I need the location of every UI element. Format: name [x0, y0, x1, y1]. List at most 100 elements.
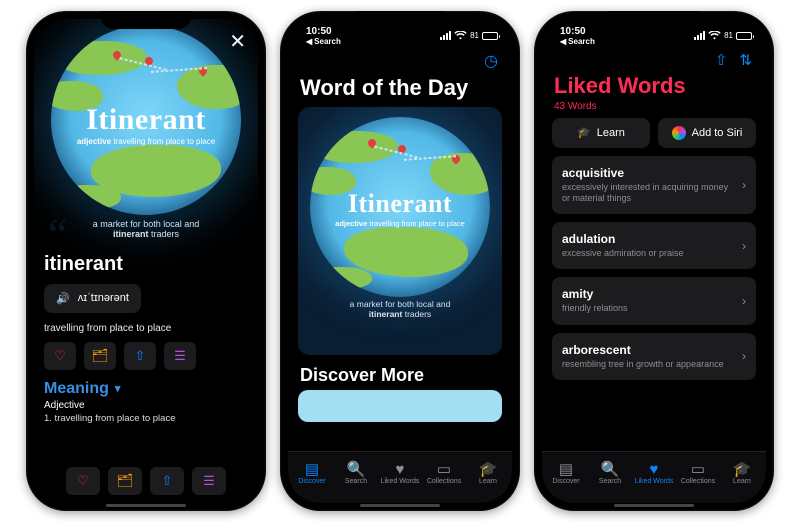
notch	[101, 11, 191, 29]
example-sentence: a market for both local anditinerant tra…	[350, 299, 451, 319]
notch	[609, 11, 699, 29]
tab-bar: ▤Discover 🔍Search ♥Liked Words ▭Collecti…	[288, 451, 512, 503]
battery-percent: 81	[470, 31, 479, 40]
tab-discover[interactable]: ▤Discover	[545, 462, 587, 485]
illustration-word: Itinerant	[310, 189, 490, 219]
home-indicator[interactable]	[614, 504, 694, 507]
quote-mark-icon: “	[316, 277, 334, 324]
battery-icon	[736, 32, 752, 40]
discover-tile[interactable]	[298, 390, 502, 422]
screen-word-detail: ✕ Itinerant adjective travelling from pl…	[34, 19, 258, 503]
grad-cap-icon: 🎓	[577, 126, 591, 139]
bottom-action-bar: ♡ 🗂 ⇧ ☰	[34, 463, 258, 503]
list-item[interactable]: amityfriendly relations ›	[552, 277, 756, 324]
cards-icon: ▤	[305, 462, 319, 477]
screen-discover: 10:50 ◀ Search 81 ◷ Word of the Day	[288, 19, 512, 503]
home-indicator[interactable]	[106, 504, 186, 507]
notes-button-bottom[interactable]: ☰	[192, 467, 226, 495]
home-indicator[interactable]	[360, 504, 440, 507]
word-definition: excessively interested in acquiring mone…	[562, 182, 732, 205]
word-illustration-globe: Itinerant adjective travelling from plac…	[51, 25, 241, 215]
heart-icon: ♥	[396, 462, 405, 477]
phone-frame-1: ✕ Itinerant adjective travelling from pl…	[26, 11, 266, 511]
definition-1: 1. travelling from place to place	[44, 413, 248, 424]
pronunciation-text: ʌɪˈtɪnərənt	[78, 292, 129, 304]
word-title: acquisitive	[562, 166, 732, 180]
search-icon: 🔍	[601, 462, 620, 477]
word-of-the-day-title: Word of the Day	[288, 75, 512, 107]
status-time: 10:50	[560, 26, 595, 37]
history-clock-button[interactable]: ◷	[484, 51, 498, 71]
share-button[interactable]: ⇧	[124, 342, 156, 370]
close-button[interactable]: ✕	[229, 29, 246, 54]
status-time: 10:50	[306, 26, 341, 37]
wifi-icon	[708, 31, 721, 40]
tab-liked-words[interactable]: ♥Liked Words	[633, 462, 675, 485]
word-of-the-day-card[interactable]: Itinerant adjective travelling from plac…	[298, 107, 502, 355]
grad-cap-icon: 🎓	[479, 462, 498, 477]
stack-icon: ▭	[691, 462, 705, 477]
like-button[interactable]: ♡	[44, 342, 76, 370]
word-heading: itinerant	[44, 253, 248, 276]
like-button-bottom[interactable]: ♡	[66, 467, 100, 495]
cellular-icon	[694, 31, 705, 40]
pronunciation-button[interactable]: 🔊 ʌɪˈtɪnərənt	[44, 284, 141, 313]
tab-collections[interactable]: ▭Collections	[423, 462, 465, 485]
phone-frame-2: 10:50 ◀ Search 81 ◷ Word of the Day	[280, 11, 520, 511]
word-definition: excessive admiration or praise	[562, 248, 684, 259]
tab-search[interactable]: 🔍Search	[589, 462, 631, 485]
part-of-speech-label: Adjective	[44, 400, 248, 411]
list-item[interactable]: adulationexcessive admiration or praise …	[552, 222, 756, 269]
share-button[interactable]: ⇧	[715, 51, 728, 69]
tab-learn[interactable]: 🎓Learn	[467, 462, 509, 485]
discover-more-title: Discover More	[288, 355, 512, 390]
phone-frame-3: 10:50 ◀ Search 81 ⇧ ⇅ Liked Words 43 Wor…	[534, 11, 774, 511]
tab-discover[interactable]: ▤Discover	[291, 462, 333, 485]
stack-icon: ▭	[437, 462, 451, 477]
grad-cap-icon: 🎓	[733, 462, 752, 477]
chevron-right-icon: ›	[742, 239, 746, 253]
list-item[interactable]: acquisitive excessively interested in acq…	[552, 156, 756, 215]
screen-liked-words: 10:50 ◀ Search 81 ⇧ ⇅ Liked Words 43 Wor…	[542, 19, 766, 503]
collections-button-bottom[interactable]: 🗂	[108, 467, 142, 495]
sort-button[interactable]: ⇅	[739, 51, 752, 69]
cellular-icon	[440, 31, 451, 40]
liked-words-list: acquisitive excessively interested in acq…	[542, 156, 766, 380]
speaker-icon: 🔊	[56, 292, 70, 305]
tab-liked-words[interactable]: ♥Liked Words	[379, 462, 421, 485]
tab-collections[interactable]: ▭Collections	[677, 462, 719, 485]
battery-icon	[482, 32, 498, 40]
list-item[interactable]: arborescent resembling tree in growth or …	[552, 333, 756, 380]
quote-mark-icon: “	[48, 209, 68, 260]
word-title: arborescent	[562, 343, 724, 357]
illustration-word: Itinerant	[51, 103, 241, 137]
search-icon: 🔍	[347, 462, 366, 477]
back-to-search[interactable]: ◀ Search	[560, 37, 595, 46]
tab-learn[interactable]: 🎓Learn	[721, 462, 763, 485]
wifi-icon	[454, 31, 467, 40]
tab-search[interactable]: 🔍Search	[335, 462, 377, 485]
chevron-right-icon: ›	[742, 178, 746, 192]
word-definition: friendly relations	[562, 303, 628, 314]
word-title: adulation	[562, 232, 684, 246]
example-sentence: a market for both local anditinerant tra…	[44, 219, 248, 239]
short-definition: travelling from place to place	[44, 323, 248, 334]
liked-words-count: 43 Words	[542, 99, 766, 118]
learn-button[interactable]: 🎓 Learn	[552, 118, 650, 148]
battery-percent: 81	[724, 31, 733, 40]
word-definition: resembling tree in growth or appearance	[562, 359, 724, 370]
liked-words-title: Liked Words	[542, 71, 766, 99]
notch	[355, 11, 445, 29]
chevron-right-icon: ›	[742, 294, 746, 308]
chevron-right-icon: ›	[742, 349, 746, 363]
collections-button[interactable]: 🗂	[84, 342, 116, 370]
notes-button[interactable]: ☰	[164, 342, 196, 370]
illustration-subtitle: adjective travelling from place to place	[310, 219, 490, 228]
add-to-siri-button[interactable]: Add to Siri	[658, 118, 756, 148]
tab-bar: ▤Discover 🔍Search ♥Liked Words ▭Collecti…	[542, 451, 766, 503]
chevron-down-icon: ▾	[115, 382, 121, 395]
cards-icon: ▤	[559, 462, 573, 477]
section-meaning-toggle[interactable]: Meaning ▾	[44, 380, 248, 398]
share-button-bottom[interactable]: ⇧	[150, 467, 184, 495]
back-to-search[interactable]: ◀ Search	[306, 37, 341, 46]
